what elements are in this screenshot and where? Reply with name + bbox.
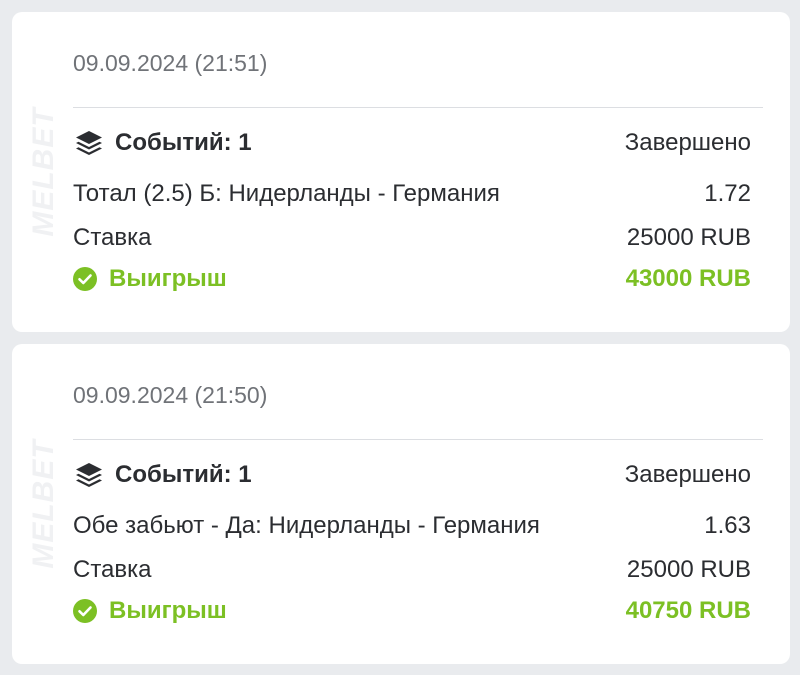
market-name: Тотал (2.5) Б: Нидерланды - Германия [73, 180, 500, 207]
bet-card[interactable]: MELBET 09.09.2024 (21:50) Событий: 1 Зав… [12, 344, 790, 664]
events-row: Событий: 1 Завершено [73, 457, 751, 493]
market-row: Тотал (2.5) Б: Нидерланды - Германия 1.7… [73, 176, 751, 212]
events-row: Событий: 1 Завершено [73, 125, 751, 161]
result-label: Выигрыш [109, 265, 227, 292]
melbet-watermark: MELBET [27, 107, 60, 237]
stake-amount: 25000 RUB [626, 556, 751, 583]
divider [73, 107, 763, 108]
bet-status: Завершено [624, 461, 751, 488]
odds-value: 1.72 [704, 180, 751, 207]
market-row: Обе забьют - Да: Нидерланды - Германия 1… [73, 508, 751, 544]
odds-value: 1.63 [704, 512, 751, 539]
melbet-watermark: MELBET [27, 439, 60, 569]
market-name: Обе забьют - Да: Нидерланды - Германия [73, 512, 540, 539]
stake-row: Ставка 25000 RUB [73, 220, 751, 256]
result-row: Выигрыш 43000 RUB [73, 261, 751, 297]
win-amount: 40750 RUB [625, 597, 751, 624]
stake-row: Ставка 25000 RUB [73, 552, 751, 588]
bet-datetime: 09.09.2024 (21:50) [73, 382, 268, 408]
stake-label: Ставка [73, 224, 152, 251]
stake-label: Ставка [73, 556, 152, 583]
result-row: Выигрыш 40750 RUB [73, 593, 751, 629]
divider [73, 439, 763, 440]
result-label: Выигрыш [109, 597, 227, 624]
stake-amount: 25000 RUB [626, 224, 751, 251]
check-circle-icon [73, 267, 97, 291]
events-count: Событий: 1 [115, 461, 252, 488]
bet-card[interactable]: MELBET 09.09.2024 (21:51) Событий: 1 Зав… [12, 12, 790, 332]
layers-icon [76, 463, 102, 487]
win-amount: 43000 RUB [625, 265, 751, 292]
bet-datetime: 09.09.2024 (21:51) [73, 50, 268, 76]
check-circle-icon [73, 599, 97, 623]
events-count: Событий: 1 [115, 129, 252, 156]
layers-icon [76, 131, 102, 155]
bet-status: Завершено [624, 129, 751, 156]
